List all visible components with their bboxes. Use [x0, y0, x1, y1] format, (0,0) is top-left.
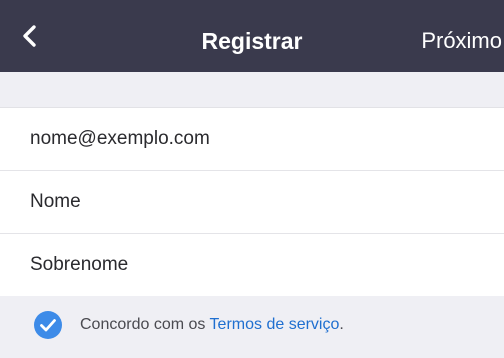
last-name-placeholder: Sobrenome: [30, 254, 129, 275]
check-circle-icon: [34, 311, 62, 339]
top-navigation-bar: Registrar Próximo: [0, 0, 504, 72]
terms-of-service-link[interactable]: Termos de serviço: [210, 316, 340, 333]
first-name-field[interactable]: Nome: [0, 171, 504, 234]
agreement-text: Concordo com os Termos de serviço.: [80, 296, 344, 354]
agreement-suffix: .: [339, 316, 344, 333]
first-name-placeholder: Nome: [30, 191, 81, 212]
section-spacer: [0, 72, 504, 107]
next-button[interactable]: Próximo: [421, 0, 504, 72]
registration-form: nome@exemplo.com Nome Sobrenome: [0, 107, 504, 297]
register-screen: Registrar Próximo nome@exemplo.com Nome …: [0, 0, 504, 358]
agree-checkbox[interactable]: [33, 310, 63, 340]
terms-agreement-row: Concordo com os Termos de serviço.: [0, 296, 504, 358]
email-field-value: nome@exemplo.com: [30, 128, 210, 149]
agreement-prefix: Concordo com os: [80, 316, 210, 333]
last-name-field[interactable]: Sobrenome: [0, 234, 504, 297]
email-field[interactable]: nome@exemplo.com: [0, 108, 504, 171]
